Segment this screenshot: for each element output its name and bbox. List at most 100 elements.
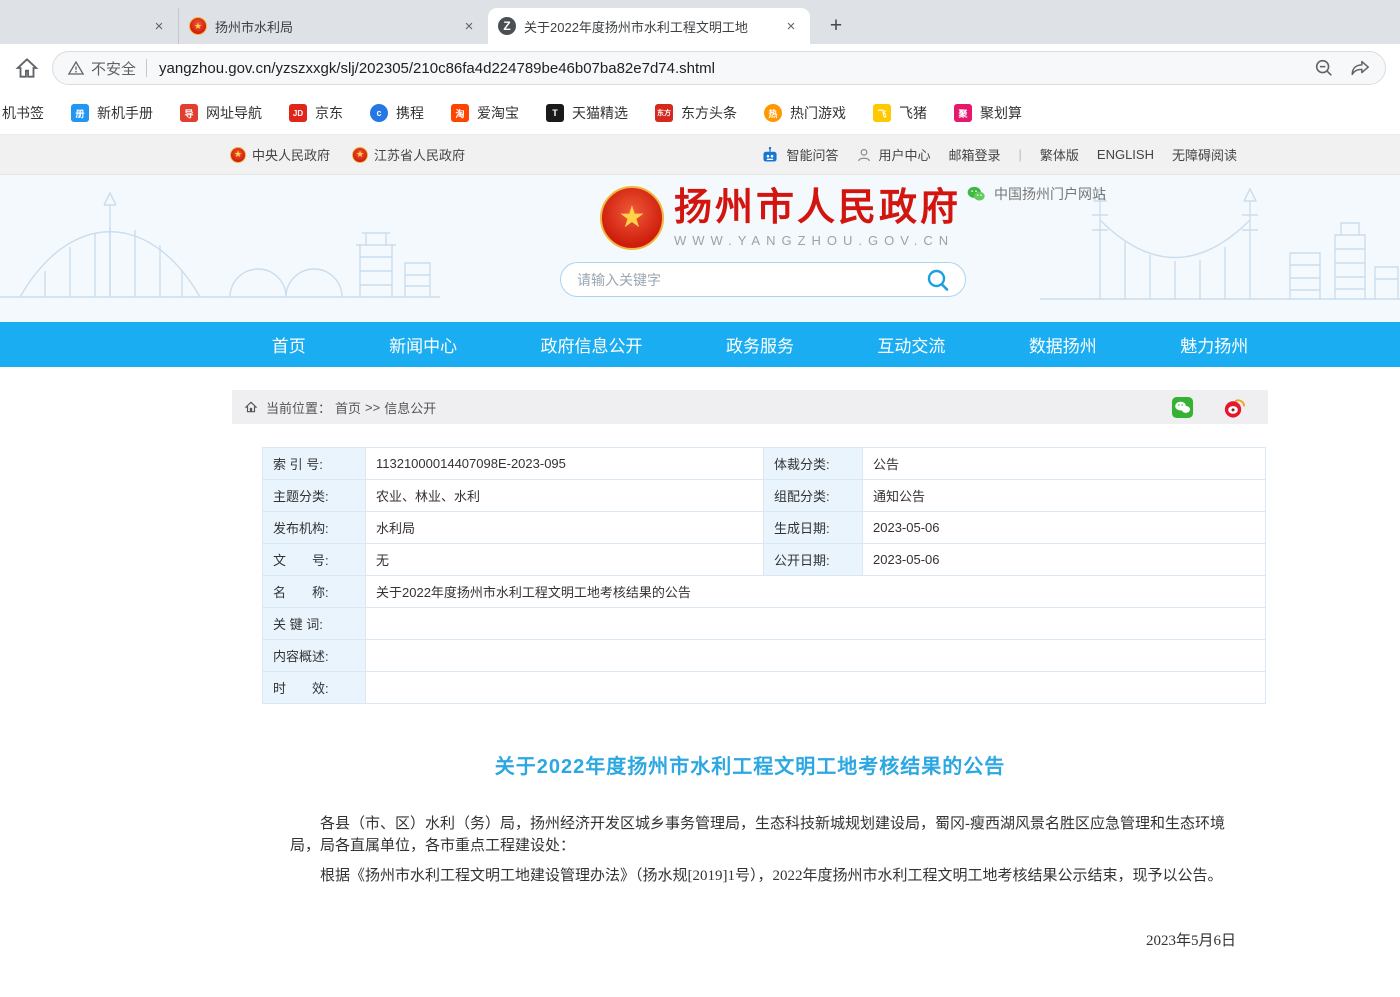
article-title: 关于2022年度扬州市水利工程文明工地考核结果的公告 xyxy=(232,750,1268,779)
link-central-gov[interactable]: 中央人民政府 xyxy=(230,145,330,164)
meta-row: 关 键 词: xyxy=(263,608,1266,640)
site-name: 扬州市人民政府 xyxy=(674,188,961,230)
meta-value-created-date: 2023-05-06 xyxy=(863,512,1266,544)
nav-info-disclosure[interactable]: 政府信息公开 xyxy=(541,332,643,357)
taobao-icon: 淘 xyxy=(451,104,469,122)
url-omnibox[interactable]: 不安全 yangzhou.gov.cn/yzszxxgk/slj/202305/… xyxy=(52,51,1386,85)
breadcrumb-prefix: 当前位置： xyxy=(266,398,331,417)
home-icon[interactable] xyxy=(14,55,40,81)
tmall-icon: T xyxy=(546,104,564,122)
meta-value-title: 关于2022年度扬州市水利工程文明工地考核结果的公告 xyxy=(366,576,1266,608)
meta-table: 索 引 号: 11321000014407098E-2023-095 体裁分类:… xyxy=(262,447,1266,704)
site-header: 扬州市人民政府 WWW.YANGZHOU.GOV.CN 中国扬州门户网站 xyxy=(0,175,1400,322)
close-icon[interactable] xyxy=(782,17,800,35)
breadcrumb: 当前位置： 首页 >> 信息公开 xyxy=(232,390,1268,424)
meta-label: 公开日期: xyxy=(764,544,863,576)
address-bar: 不安全 yangzhou.gov.cn/yzszxxgk/slj/202305/… xyxy=(0,44,1400,92)
meta-label: 主题分类: xyxy=(263,480,366,512)
bookmark-games[interactable]: 热 热门游戏 xyxy=(764,103,846,123)
juhuasuan-icon: 聚 xyxy=(954,104,972,122)
smart-qa-link[interactable]: 智能问答 xyxy=(760,145,838,164)
games-icon: 热 xyxy=(764,104,782,122)
national-emblem-icon xyxy=(600,186,664,250)
link-jiangsu-gov[interactable]: 江苏省人民政府 xyxy=(352,145,465,164)
meta-value-genre: 公告 xyxy=(863,448,1266,480)
meta-row: 时 效: xyxy=(263,672,1266,704)
home-small-icon xyxy=(244,400,258,414)
bookmark-fliggy[interactable]: 飞 飞猪 xyxy=(873,103,927,123)
meta-label: 文 号: xyxy=(263,544,366,576)
nav-news[interactable]: 新闻中心 xyxy=(389,332,457,357)
tab-shuiliju[interactable]: 扬州市水利局 xyxy=(178,8,488,44)
meta-label: 生成日期: xyxy=(764,512,863,544)
breadcrumb-current[interactable]: 信息公开 xyxy=(384,398,436,417)
meta-value-doc-no: 无 xyxy=(366,544,764,576)
eastday-icon: 东方 xyxy=(655,104,673,122)
gov-emblem-icon xyxy=(230,147,246,163)
meta-label: 索 引 号: xyxy=(263,448,366,480)
banner-art-left xyxy=(0,175,440,322)
meta-label: 关 键 词: xyxy=(263,608,366,640)
manual-icon: 册 xyxy=(71,104,89,122)
gov-topbar: 中央人民政府 江苏省人民政府 智能问答 xyxy=(0,135,1400,175)
content-area: 当前位置： 首页 >> 信息公开 索 引 号: 1132100001440709… xyxy=(232,390,1268,997)
tab-active-announcement[interactable]: 关于2022年度扬州市水利工程文明工地 xyxy=(488,8,810,44)
divider: | xyxy=(1019,147,1022,162)
bookmark-tmall[interactable]: T 天猫精选 xyxy=(546,103,628,123)
bookmark-eastday[interactable]: 东方 东方头条 xyxy=(655,103,737,123)
bookmark-juhuasuan[interactable]: 聚 聚划算 xyxy=(954,103,1022,123)
nav-interaction[interactable]: 互动交流 xyxy=(877,332,945,357)
meta-label: 发布机构: xyxy=(263,512,366,544)
meta-value-topic: 农业、林业、水利 xyxy=(366,480,764,512)
meta-label: 体裁分类: xyxy=(764,448,863,480)
nav-charm[interactable]: 魅力扬州 xyxy=(1180,332,1248,357)
bookmark-ctrip[interactable]: c 携程 xyxy=(370,103,424,123)
site-url: WWW.YANGZHOU.GOV.CN xyxy=(674,233,961,248)
nav-home[interactable]: 首页 xyxy=(272,332,306,357)
bookmark-xinji[interactable]: 册 新机手册 xyxy=(71,103,153,123)
traditional-link[interactable]: 繁体版 xyxy=(1040,145,1079,164)
share-wechat-icon[interactable] xyxy=(1171,396,1194,419)
meta-value-category: 通知公告 xyxy=(863,480,1266,512)
meta-label: 时 效: xyxy=(263,672,366,704)
meta-value-validity xyxy=(366,672,1266,704)
nav-data[interactable]: 数据扬州 xyxy=(1029,332,1097,357)
gov-emblem-icon xyxy=(189,17,207,35)
meta-row: 文 号: 无 公开日期: 2023-05-06 xyxy=(263,544,1266,576)
jd-icon: JD xyxy=(289,104,307,122)
wechat-icon xyxy=(966,184,986,204)
breadcrumb-sep: >> xyxy=(365,400,380,415)
search-input[interactable] xyxy=(575,271,925,289)
robot-icon xyxy=(760,146,780,164)
url-text[interactable]: yangzhou.gov.cn/yzszxxgk/slj/202305/210c… xyxy=(159,60,1299,77)
bookmark-taobao[interactable]: 淘 爱淘宝 xyxy=(451,103,519,123)
meta-value-keywords xyxy=(366,608,1266,640)
breadcrumb-home[interactable]: 首页 xyxy=(335,398,361,417)
bookmark-daohang[interactable]: 导 网址导航 xyxy=(180,103,262,123)
ctrip-icon: c xyxy=(370,104,388,122)
share-weibo-icon[interactable] xyxy=(1222,396,1246,419)
security-label[interactable]: 不安全 xyxy=(91,58,136,79)
nav-services[interactable]: 政务服务 xyxy=(726,332,794,357)
tab-cutoff[interactable] xyxy=(0,8,178,44)
search-icon[interactable] xyxy=(925,267,951,293)
bookmark-mobile[interactable]: 机书签 xyxy=(2,103,44,123)
english-link[interactable]: ENGLISH xyxy=(1097,147,1154,162)
new-tab-icon[interactable] xyxy=(822,12,850,40)
bookmark-jd[interactable]: JD 京东 xyxy=(289,103,343,123)
tab-bar: 扬州市水利局 关于2022年度扬州市水利工程文明工地 xyxy=(0,0,1400,44)
divider xyxy=(146,59,147,77)
accessible-link[interactable]: 无障碍阅读 xyxy=(1172,145,1237,164)
meta-row: 名 称: 关于2022年度扬州市水利工程文明工地考核结果的公告 xyxy=(263,576,1266,608)
mail-login-link[interactable]: 邮箱登录 xyxy=(948,145,1000,164)
user-center-link[interactable]: 用户中心 xyxy=(856,145,930,164)
zoom-out-icon[interactable] xyxy=(1313,57,1335,79)
site-logo[interactable]: 扬州市人民政府 WWW.YANGZHOU.GOV.CN xyxy=(600,186,961,250)
close-icon[interactable] xyxy=(150,17,168,35)
main-nav: 首页 新闻中心 政府信息公开 政务服务 互动交流 数据扬州 魅力扬州 xyxy=(0,322,1400,367)
portal-badge[interactable]: 中国扬州门户网站 xyxy=(966,184,1106,204)
meta-row: 内容概述: xyxy=(263,640,1266,672)
tab-title: 扬州市水利局 xyxy=(215,17,452,36)
share-icon[interactable] xyxy=(1349,57,1371,79)
close-icon[interactable] xyxy=(460,17,478,35)
